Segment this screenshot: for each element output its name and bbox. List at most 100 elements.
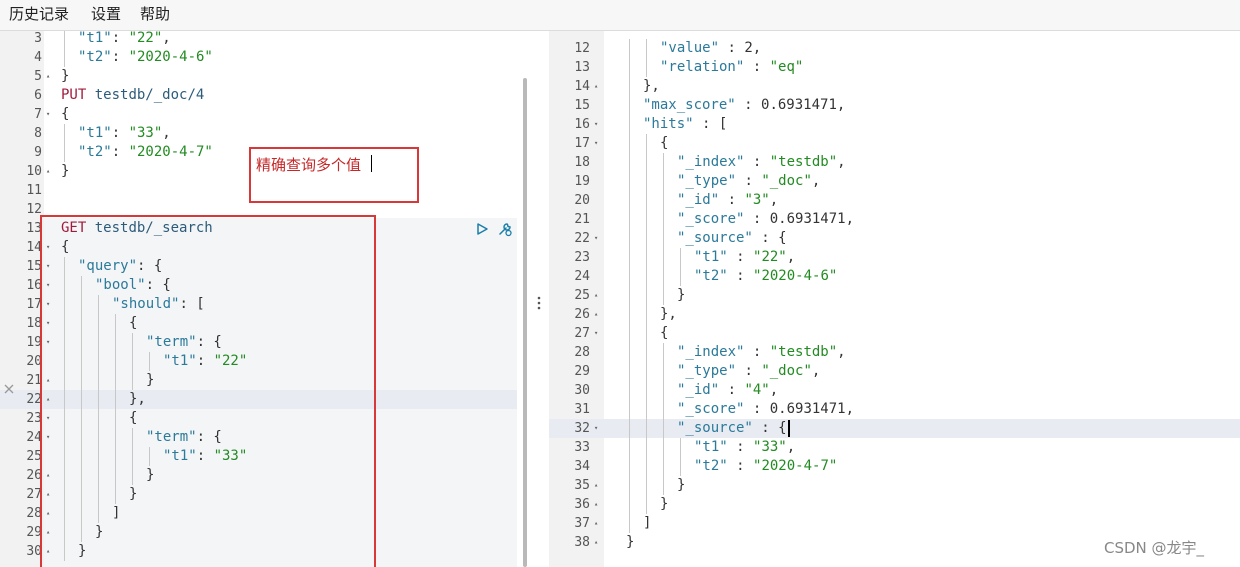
code-token: ,: [836, 97, 846, 113]
line-number: 27: [26, 487, 42, 502]
request-scrollbar[interactable]: [523, 78, 527, 567]
fold-collapse-icon[interactable]: ▾: [594, 134, 598, 153]
fold-collapse-icon[interactable]: ▾: [594, 229, 598, 248]
code-line: 12 "value" : 2,: [549, 39, 1240, 58]
code-token: 0.6931471: [769, 211, 846, 227]
fold-end-icon[interactable]: ▴: [594, 476, 598, 495]
line-number: 19: [26, 335, 42, 350]
indent-guide: [663, 267, 664, 286]
fold-collapse-icon[interactable]: ▾: [46, 105, 50, 124]
code-line: 17 ▾ {: [549, 134, 1240, 153]
indent-guide: [64, 124, 65, 143]
fold-collapse-icon[interactable]: ▾: [594, 324, 598, 343]
code-text: "_index" : "testdb",: [677, 343, 846, 362]
line-number: 3: [34, 31, 42, 46]
fold-end-icon[interactable]: ▴: [46, 67, 50, 86]
close-icon[interactable]: [3, 383, 15, 395]
indent-guide: [629, 39, 630, 58]
code-token: PUT: [61, 87, 87, 103]
code-text: "t2" : "2020-4-7": [694, 457, 837, 476]
run-request-icon[interactable]: [475, 222, 489, 236]
code-line: 21 "_score" : 0.6931471,: [549, 210, 1240, 229]
indent-guide: [629, 77, 630, 96]
code-line: 33 "t1" : "33",: [549, 438, 1240, 457]
code-text: }: [660, 495, 668, 514]
code-text: "_source" : {: [677, 419, 787, 438]
wrench-icon[interactable]: [496, 220, 514, 238]
code-token: :: [744, 211, 770, 227]
code-text: "_type" : "_doc",: [677, 172, 820, 191]
fold-end-icon[interactable]: ▴: [594, 533, 598, 552]
menu-history[interactable]: 历史记录: [9, 3, 69, 24]
indent-guide: [629, 381, 630, 400]
indent-guide: [646, 210, 647, 229]
code-token: },: [643, 78, 660, 94]
line-number: 18: [574, 155, 590, 170]
code-token: :: [719, 40, 745, 56]
code-line: 14 ▴},: [549, 77, 1240, 96]
line-number: 22: [574, 231, 590, 246]
code-token: 0.6931471: [761, 97, 837, 113]
line-number: 4: [34, 50, 42, 65]
line-number: 12: [574, 41, 590, 56]
code-line: 16 ▾ "hits" : [: [549, 115, 1240, 134]
line-number: 9: [34, 145, 42, 160]
code-token: ,: [811, 363, 821, 379]
menu-settings[interactable]: 设置: [91, 3, 121, 24]
code-text: }: [61, 162, 69, 181]
code-line: 27 ▾ {: [549, 324, 1240, 343]
indent-guide: [629, 495, 630, 514]
fold-collapse-icon[interactable]: ▾: [594, 419, 598, 438]
pane-divider[interactable]: [529, 31, 549, 567]
indent-guide: [646, 324, 647, 343]
code-token: ]: [643, 515, 652, 531]
code-token: :: [735, 97, 762, 113]
code-text: "hits" : [: [643, 115, 727, 134]
code-token: : {: [752, 230, 787, 246]
code-token: ,: [786, 249, 796, 265]
code-token: ,: [786, 439, 796, 455]
line-number: 29: [574, 364, 590, 379]
fold-end-icon[interactable]: ▴: [594, 495, 598, 514]
code-token: ,: [769, 192, 779, 208]
code-token: :: [719, 192, 745, 208]
indent-guide: [64, 143, 65, 162]
menu-help[interactable]: 帮助: [140, 3, 170, 24]
indent-guide: [646, 362, 647, 381]
indent-guide: [663, 286, 664, 305]
fold-collapse-icon[interactable]: ▾: [594, 115, 598, 134]
line-number: 21: [574, 212, 590, 227]
code-token: "_id": [677, 192, 720, 208]
indent-guide: [680, 457, 681, 476]
code-line: 7 ▾ {: [0, 105, 529, 124]
indent-guide: [663, 419, 664, 438]
line-number: 13: [26, 221, 42, 236]
code-token: "4": [744, 382, 770, 398]
indent-guide: [663, 362, 664, 381]
line-number: 7: [34, 107, 42, 122]
fold-end-icon[interactable]: ▴: [594, 77, 598, 96]
indent-guide: [629, 343, 630, 362]
indent-guide: [663, 153, 664, 172]
indent-guide: [629, 419, 630, 438]
line-number: 11: [26, 183, 42, 198]
code-line: 18 "_index" : "testdb",: [549, 153, 1240, 172]
line-number: 30: [26, 544, 42, 559]
indent-guide: [629, 400, 630, 419]
code-line: 30 "_id" : "4",: [549, 381, 1240, 400]
indent-guide: [646, 286, 647, 305]
code-text: "max_score" : 0.6931471,: [643, 96, 845, 115]
fold-end-icon[interactable]: ▴: [594, 305, 598, 324]
line-number: 8: [34, 126, 42, 141]
indent-guide: [629, 58, 630, 77]
watermark: CSDN @龙宇_: [1104, 539, 1205, 557]
line-number: 13: [574, 60, 590, 75]
drag-handle-icon[interactable]: [531, 294, 551, 314]
code-token: {: [61, 106, 70, 122]
code-line: 29 "_type" : "_doc",: [549, 362, 1240, 381]
fold-end-icon[interactable]: ▴: [594, 286, 598, 305]
code-token: :: [736, 173, 762, 189]
fold-end-icon[interactable]: ▴: [594, 514, 598, 533]
fold-end-icon[interactable]: ▴: [46, 162, 50, 181]
code-token: "hits": [643, 116, 694, 132]
